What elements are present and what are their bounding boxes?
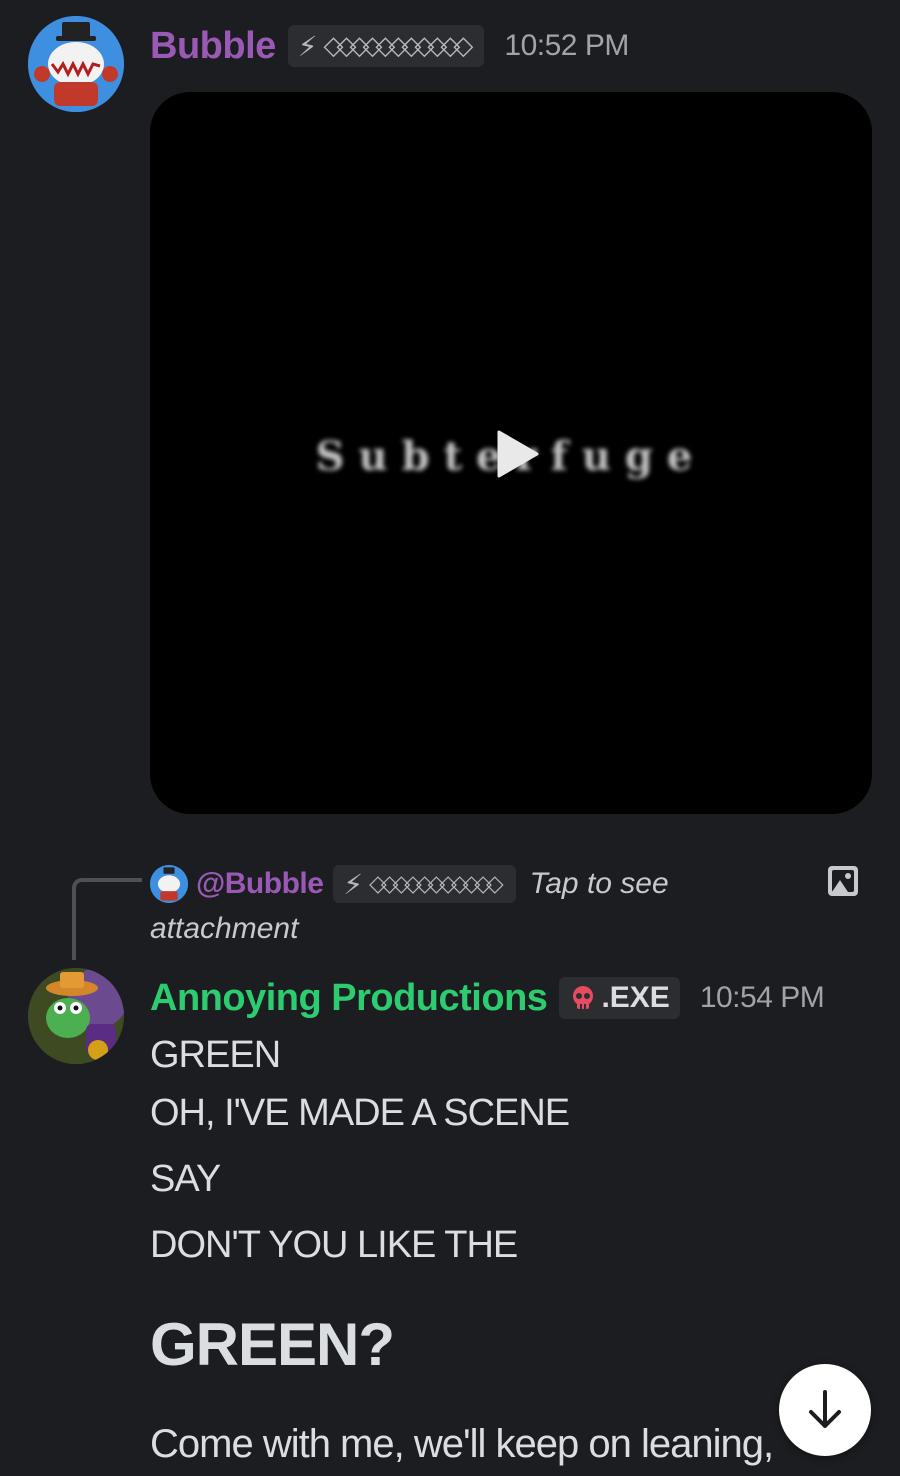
reply-server-tag: ⚡ ◇◇◇◇◇◇◇◇◇◇◇: [333, 865, 516, 903]
message-header: Bubble ⚡ ◇◇◇◇◇◇◇◇◇◇◇ 10:52 PM: [150, 20, 629, 72]
reply-author[interactable]: @Bubble: [196, 867, 324, 901]
author-name[interactable]: Bubble: [150, 25, 276, 68]
play-icon[interactable]: [495, 430, 539, 478]
message-header: Annoying Productions .EXE 10:54 PM: [150, 972, 825, 1024]
video-attachment[interactable]: Subterfuge: [150, 92, 872, 814]
message-line: SAY: [150, 1158, 221, 1200]
timestamp: 10:54 PM: [699, 981, 825, 1014]
chat-screen: Bubble ⚡ ◇◇◇◇◇◇◇◇◇◇◇ 10:52 PM Subterfuge…: [0, 0, 900, 1476]
reply-text: Tap to see: [529, 867, 669, 900]
message-line: GREEN: [150, 1034, 281, 1076]
message-line: DON'T YOU LIKE THE: [150, 1224, 518, 1266]
reply-avatar: [150, 865, 188, 903]
image-icon: [828, 866, 858, 896]
jump-to-latest-button[interactable]: [779, 1364, 871, 1456]
timestamp: 10:52 PM: [504, 29, 629, 62]
tag-text: .EXE: [601, 981, 670, 1014]
server-tag[interactable]: ⚡ ◇◇◇◇◇◇◇◇◇◇◇: [287, 25, 485, 67]
tag-text: ◇◇◇◇◇◇◇◇◇◇◇: [369, 871, 504, 897]
annoying-productions-avatar[interactable]: [28, 968, 124, 1064]
message-line: OH, I'VE MADE A SCENE: [150, 1092, 570, 1134]
tag-text: ◇◇◇◇◇◇◇◇◇◇◇: [323, 31, 473, 61]
bolt-icon: ⚡: [297, 30, 318, 62]
reply-text-continued: attachment: [150, 912, 299, 945]
bubble-avatar[interactable]: [28, 16, 124, 112]
arrow-down-icon: [809, 1390, 841, 1428]
author-name[interactable]: Annoying Productions: [150, 977, 548, 1020]
bolt-icon: ⚡: [343, 868, 364, 900]
message-line: Come with me, we'll keep on leaning,: [150, 1422, 774, 1466]
server-tag[interactable]: .EXE: [559, 977, 680, 1019]
reply-connector: [72, 878, 142, 960]
message-heading: GREEN?: [150, 1311, 395, 1378]
skull-icon: [573, 986, 594, 1009]
reply-preview[interactable]: @Bubble ⚡ ◇◇◇◇◇◇◇◇◇◇◇ Tap to see attachm…: [150, 862, 870, 946]
